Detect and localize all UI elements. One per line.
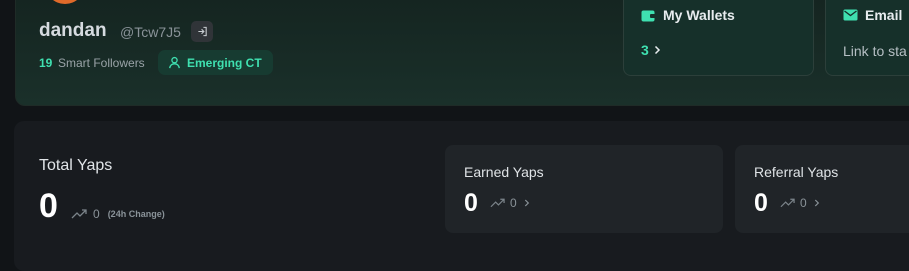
email-card[interactable]: Email Link to sta	[825, 0, 909, 76]
wallet-icon	[641, 10, 656, 21]
earned-yaps-value: 0	[464, 189, 478, 217]
mail-icon	[843, 9, 858, 21]
referral-yaps-change: 0	[780, 196, 820, 210]
email-title-row: Email	[843, 7, 902, 23]
total-yaps-title: Total Yaps	[39, 157, 113, 174]
wallets-count: 3	[641, 42, 649, 58]
total-yaps-change-value: 0	[93, 207, 100, 221]
referral-yaps-card[interactable]: Referral Yaps 0 0	[735, 145, 909, 233]
chevron-right-icon[interactable]	[524, 198, 530, 208]
smart-followers-count: 19	[39, 56, 53, 70]
trend-up-icon	[71, 209, 87, 219]
total-yaps-change: 0 (24h Change)	[71, 207, 165, 221]
logout-button[interactable]	[191, 21, 213, 42]
logout-icon	[197, 26, 207, 37]
trend-up-icon	[490, 198, 505, 208]
total-yaps-change-note: (24h Change)	[107, 209, 165, 219]
email-title: Email	[865, 7, 903, 23]
profile-name: dandan	[39, 20, 107, 41]
smart-followers-label: Smart Followers	[58, 56, 145, 70]
wallets-card[interactable]: My Wallets 3	[623, 0, 814, 76]
chevron-right-icon	[654, 45, 660, 55]
referral-yaps-value: 0	[754, 189, 768, 217]
referral-yaps-change-value: 0	[800, 196, 807, 210]
wallets-count-link[interactable]: 3	[641, 42, 661, 58]
referral-yaps-title: Referral Yaps	[754, 164, 839, 180]
wallets-title: My Wallets	[663, 7, 735, 23]
total-yaps-value: 0	[39, 187, 58, 225]
earned-yaps-change-value: 0	[510, 196, 517, 210]
earned-yaps-card[interactable]: Earned Yaps 0 0	[445, 145, 723, 233]
chevron-right-icon[interactable]	[814, 198, 820, 208]
badge-label: Emerging CT	[187, 55, 262, 70]
emerging-ct-badge[interactable]: Emerging CT	[158, 50, 273, 75]
user-icon	[169, 56, 180, 69]
profile-handle: @Tcw7J5	[120, 24, 181, 40]
trend-up-icon	[780, 198, 795, 208]
earned-yaps-title: Earned Yaps	[464, 164, 544, 180]
email-link[interactable]: Link to sta	[843, 43, 907, 59]
wallets-title-row: My Wallets	[641, 7, 735, 23]
earned-yaps-change: 0	[490, 196, 530, 210]
